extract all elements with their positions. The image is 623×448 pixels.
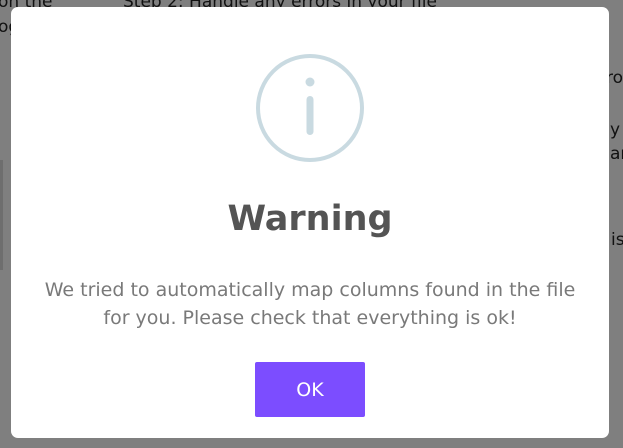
warning-dialog: Warning We tried to automatically map co…	[11, 7, 609, 438]
dialog-message: We tried to automatically map columns fo…	[44, 279, 576, 329]
info-icon	[255, 53, 365, 163]
ok-button[interactable]: OK	[255, 362, 365, 417]
dialog-title: Warning	[227, 199, 393, 239]
